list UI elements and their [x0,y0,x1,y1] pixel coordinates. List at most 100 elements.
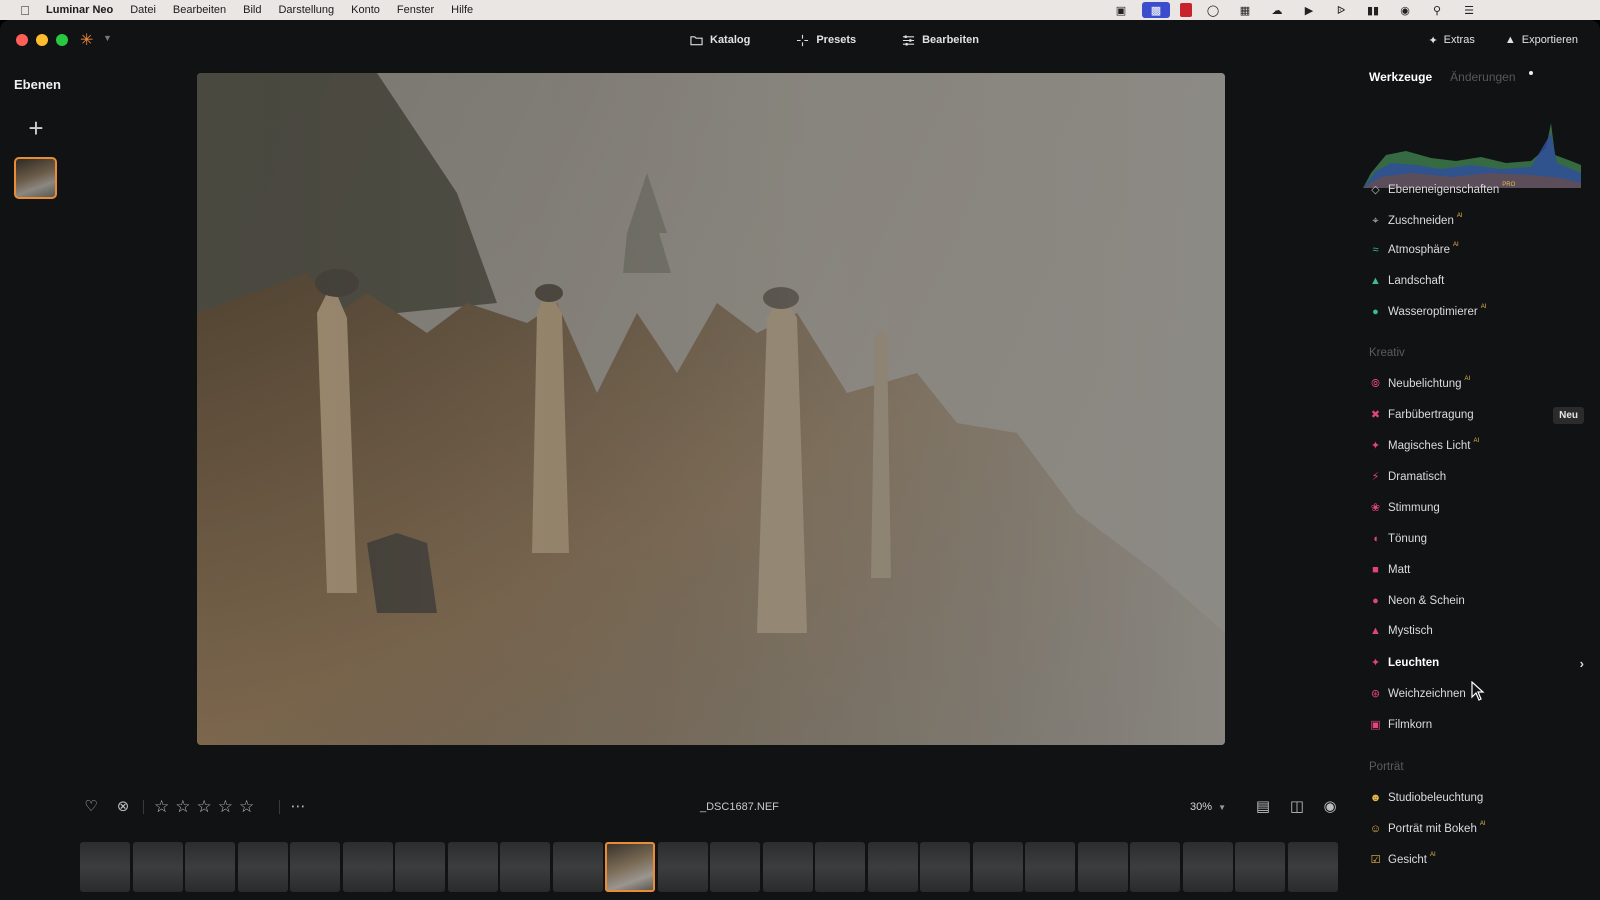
menu-fenster[interactable]: Fenster [397,4,434,16]
water-drop-icon: ● [1372,305,1379,318]
tool-zuschneiden[interactable]: ⌖ Zuschneiden AI [1369,211,1584,231]
add-layer-button[interactable]: + [24,115,48,141]
control-center-icon[interactable]: ☰ [1458,2,1480,18]
main-photo[interactable] [197,73,1225,745]
tool-toenung[interactable]: ◖ Tönung [1369,529,1584,549]
filmstrip-item[interactable] [1025,842,1075,892]
filmstrip-toggle-icon[interactable]: ▤ [1254,798,1272,816]
filmstrip-item[interactable] [185,842,235,892]
tool-label: Gesicht [1388,854,1427,866]
tool-stimmung[interactable]: ❀ Stimmung [1369,498,1584,518]
more-options-icon[interactable]: ⋯ [289,798,307,816]
battery-icon[interactable]: ▮▮ [1362,2,1384,18]
star-4-icon[interactable]: ☆ [218,798,233,816]
tool-mystisch[interactable]: ▲ Mystisch [1369,621,1584,641]
bluetooth-icon[interactable]: ᐉ [1330,2,1352,18]
zoom-dropdown[interactable]: 30% ▼ [1190,801,1226,813]
tool-neon-schein[interactable]: ● Neon & Schein [1369,591,1584,611]
timer-icon[interactable]: ◯ [1202,2,1224,18]
filmstrip-item[interactable] [80,842,130,892]
filmstrip-item[interactable] [552,842,603,892]
apple-menu-icon[interactable]:  [14,3,36,18]
tool-farbuebertragung[interactable]: ✖ Farbübertragung Neu [1369,405,1584,425]
filmstrip-item[interactable] [342,842,393,892]
menu-konto[interactable]: Konto [351,4,380,16]
tool-portraet-bokeh[interactable]: ☺ Porträt mit Bokeh AI [1369,819,1584,839]
tool-ebeneneigenschaften[interactable]: ◇ Ebeneneigenschaften PRO [1369,180,1584,200]
filmstrip-item[interactable] [395,842,445,892]
filmstrip-item-selected[interactable] [605,842,655,892]
tool-leuchten[interactable]: ✦ Leuchten › [1369,653,1584,673]
star-5-icon[interactable]: ☆ [239,798,254,816]
filmstrip-item[interactable] [290,842,340,892]
chevron-down-icon[interactable]: ▼ [103,33,112,43]
compare-icon[interactable]: ◫ [1288,798,1306,816]
menu-datei[interactable]: Datei [130,4,156,16]
tool-matt[interactable]: ■ Matt [1369,560,1584,580]
filmstrip-item[interactable] [972,842,1023,892]
filmstrip-item[interactable] [1077,842,1128,892]
display-icon[interactable]: ▩ [1142,2,1170,18]
red-app-icon[interactable] [1180,3,1192,17]
tab-aenderungen[interactable]: Änderungen [1450,70,1515,84]
filmstrip-item[interactable] [710,842,760,892]
menu-hilfe[interactable]: Hilfe [451,4,473,16]
heart-icon[interactable]: ♡ [82,798,100,816]
tool-neubelichtung[interactable]: ⦾ Neubelichtung AI [1369,374,1584,394]
luminar-logo-icon[interactable]: ✳ [80,30,93,50]
star-2-icon[interactable]: ☆ [175,798,190,816]
zoom-window-button[interactable] [56,34,68,46]
tool-dramatisch[interactable]: ⚡ Dramatisch [1369,467,1584,487]
tab-bearbeiten[interactable]: Bearbeiten [902,30,979,50]
tab-katalog[interactable]: Katalog [690,30,750,50]
filmstrip-item[interactable] [447,842,498,892]
star-1-icon[interactable]: ☆ [154,798,169,816]
filmstrip-item[interactable] [762,842,813,892]
tool-label: Stimmung [1388,502,1440,514]
tool-wasseroptimierer[interactable]: ● Wasseroptimierer AI [1369,302,1584,322]
filmstrip-item[interactable] [657,842,708,892]
tool-gesicht[interactable]: ☑ Gesicht AI [1369,850,1584,870]
tab-presets[interactable]: Presets [796,30,856,50]
wifi-icon[interactable]: ◉ [1394,2,1416,18]
filmstrip-item[interactable] [500,842,550,892]
filmstrip-item[interactable] [1130,842,1180,892]
grid-icon[interactable]: ▦ [1234,2,1256,18]
tab-werkzeuge[interactable]: Werkzeuge [1369,70,1432,84]
close-window-button[interactable] [16,34,28,46]
menu-bild[interactable]: Bild [243,4,261,16]
filmstrip-item[interactable] [237,842,288,892]
eye-icon[interactable]: ◉ [1321,798,1339,816]
tool-studiobeleuchtung[interactable]: ☻ Studiobeleuchtung [1369,788,1584,808]
filmstrip-item[interactable] [867,842,918,892]
tool-filmkorn[interactable]: ▣ Filmkorn [1369,715,1584,735]
ai-badge: AI [1464,376,1471,382]
star-3-icon[interactable]: ☆ [197,798,212,816]
filmstrip-item[interactable] [1235,842,1285,892]
tool-landschaft[interactable]: ▲ Landschaft [1369,271,1584,291]
filmstrip-item[interactable] [1182,842,1233,892]
tool-atmosphaere[interactable]: ≈ Atmosphäre AI [1369,240,1584,260]
export-button[interactable]: ▲ Exportieren [1505,30,1578,50]
menu-bearbeiten[interactable]: Bearbeiten [173,4,226,16]
section-portraet: Porträt [1369,761,1404,773]
tool-label: Landschaft [1388,275,1445,287]
film-grain-icon: ▣ [1370,718,1381,731]
filmstrip-item[interactable] [920,842,970,892]
extras-button[interactable]: ✦ Extras [1428,30,1474,50]
filmstrip-item[interactable] [132,842,183,892]
search-icon[interactable]: ⚲ [1426,2,1448,18]
play-icon[interactable]: ▶ [1298,2,1320,18]
blur-icon: ⊛ [1370,687,1381,700]
menu-app-name[interactable]: Luminar Neo [46,4,113,16]
filmstrip-item[interactable] [1287,842,1338,892]
tool-magisches-licht[interactable]: ✦ Magisches Licht AI [1369,436,1584,456]
matte-icon: ■ [1372,563,1379,576]
cloud-icon[interactable]: ☁ [1266,2,1288,18]
reject-icon[interactable]: ⊗ [114,798,132,816]
filmstrip-item[interactable] [815,842,865,892]
layer-thumbnail[interactable] [14,157,57,199]
minimize-window-button[interactable] [36,34,48,46]
menu-darstellung[interactable]: Darstellung [278,4,334,16]
bookmark-icon[interactable]: ▣ [1110,2,1132,18]
